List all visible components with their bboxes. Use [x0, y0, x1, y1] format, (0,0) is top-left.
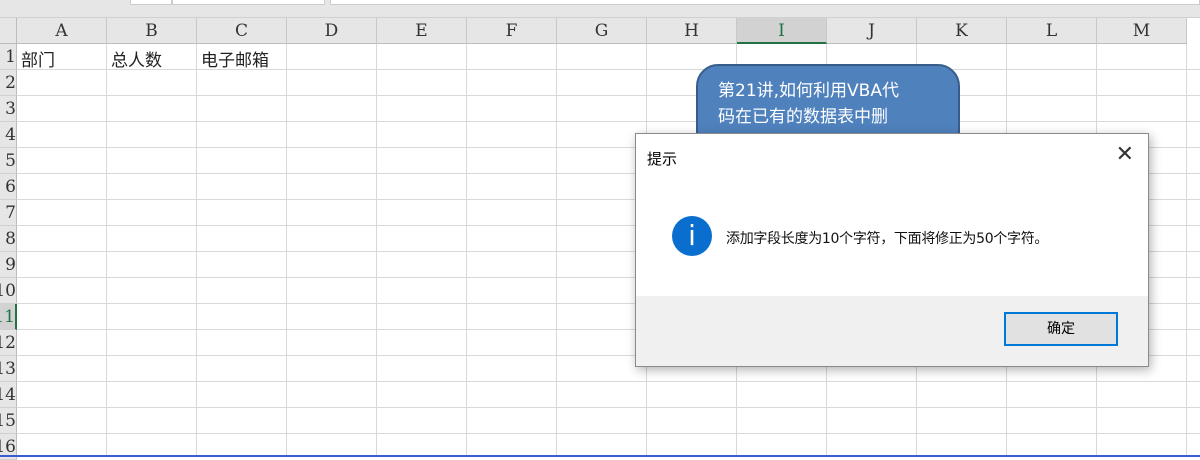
- tab[interactable]: [172, 0, 325, 5]
- row-header-14[interactable]: 14: [0, 382, 17, 408]
- column-header-g[interactable]: G: [557, 18, 647, 44]
- row-header-7[interactable]: 7: [0, 200, 17, 226]
- dialog-title: 提示: [647, 150, 678, 168]
- column-header-f[interactable]: F: [467, 18, 557, 44]
- tab[interactable]: [130, 0, 172, 5]
- row-header-15[interactable]: 15: [0, 408, 17, 434]
- callout-line-2: 码在已有的数据表中删: [718, 107, 888, 127]
- column-header-m[interactable]: M: [1097, 18, 1187, 44]
- column-header-h[interactable]: H: [647, 18, 737, 44]
- ok-button[interactable]: 确定: [1004, 312, 1118, 346]
- callout-line-1: 第21讲,如何利用VBA代: [718, 81, 899, 101]
- column-header-e[interactable]: E: [377, 18, 467, 44]
- row-header-3[interactable]: 3: [0, 96, 17, 122]
- select-all-corner[interactable]: [0, 18, 17, 44]
- close-icon[interactable]: ✕: [1116, 144, 1134, 166]
- row-header-13[interactable]: 13: [0, 356, 17, 382]
- row-header-9[interactable]: 9: [0, 252, 17, 278]
- cell-b1[interactable]: 总人数: [107, 46, 162, 71]
- message-dialog: 提示 ✕ i 添加字段长度为10个字符，下面将修正为50个字符。 确定: [635, 133, 1149, 367]
- formula-bar[interactable]: [330, 0, 1200, 5]
- column-header-b[interactable]: B: [107, 18, 197, 44]
- column-header-i[interactable]: I: [737, 18, 827, 44]
- row-header-8[interactable]: 8: [0, 226, 17, 252]
- column-header-c[interactable]: C: [197, 18, 287, 44]
- column-header-j[interactable]: J: [827, 18, 917, 44]
- row-header-4[interactable]: 4: [0, 122, 17, 148]
- cell-c1[interactable]: 电子邮箱: [197, 46, 269, 71]
- column-header-l[interactable]: L: [1007, 18, 1097, 44]
- row-header-2[interactable]: 2: [0, 70, 17, 96]
- column-header-d[interactable]: D: [287, 18, 377, 44]
- row-header-12[interactable]: 12: [0, 330, 17, 356]
- row-header-11[interactable]: 11: [0, 304, 17, 330]
- top-toolbar-strip: [0, 0, 1200, 18]
- dialog-message: 添加字段长度为10个字符，下面将修正为50个字符。: [726, 231, 1049, 247]
- info-icon: i: [672, 216, 712, 256]
- column-header-a[interactable]: A: [17, 18, 107, 44]
- cell-a1[interactable]: 部门: [17, 46, 55, 71]
- row-header-10[interactable]: 10: [0, 278, 17, 304]
- row-header-6[interactable]: 6: [0, 174, 17, 200]
- row-header-5[interactable]: 5: [0, 148, 17, 174]
- dialog-footer: 确定: [636, 296, 1148, 366]
- column-header-k[interactable]: K: [917, 18, 1007, 44]
- row-header-1[interactable]: 1: [0, 44, 17, 70]
